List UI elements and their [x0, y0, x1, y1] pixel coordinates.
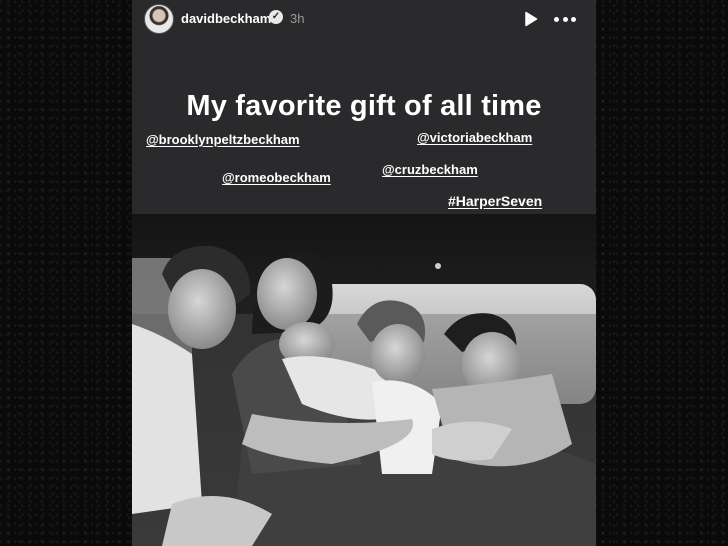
family-photo	[132, 214, 596, 546]
story-caption: My favorite gift of all time	[186, 90, 542, 122]
play-button[interactable]	[524, 11, 538, 27]
avatar[interactable]	[144, 4, 174, 34]
verified-badge-icon: ✓	[269, 10, 283, 24]
more-options-icon	[554, 16, 559, 22]
timestamp: 3h	[290, 11, 305, 26]
story-header: davidbeckham ✓ 3h	[132, 0, 596, 38]
mention-romeobeckham[interactable]: @romeobeckham	[222, 170, 331, 185]
story-card: davidbeckham ✓ 3h My favorite gift of al…	[132, 0, 596, 546]
mention-cruzbeckham[interactable]: @cruzbeckham	[382, 162, 478, 177]
hashtag-harperseven[interactable]: #HarperSeven	[448, 193, 542, 209]
mention-victoriabeckham[interactable]: @victoriabeckham	[417, 130, 532, 145]
username[interactable]: davidbeckham	[181, 11, 271, 26]
more-options-button[interactable]	[554, 16, 576, 22]
play-icon	[525, 11, 538, 27]
mention-brooklynpeltzbeckham[interactable]: @brooklynpeltzbeckham	[146, 132, 300, 147]
